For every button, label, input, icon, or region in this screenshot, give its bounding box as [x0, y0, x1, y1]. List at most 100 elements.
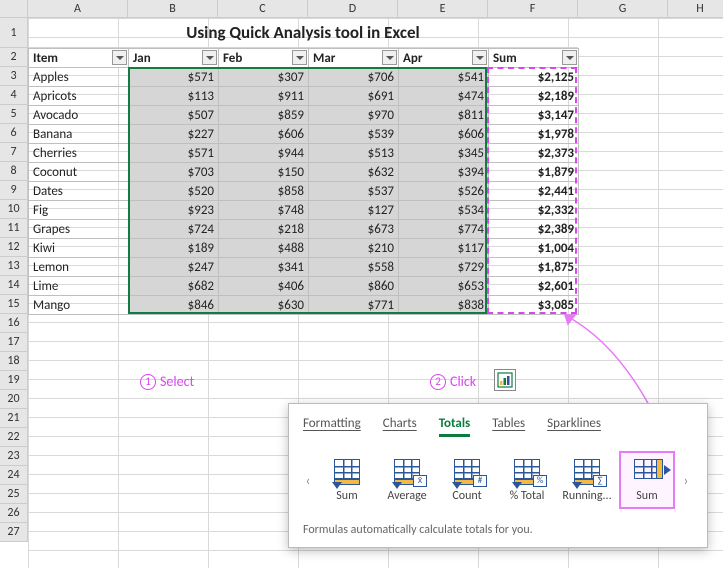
col-header-G[interactable]: G	[578, 0, 668, 18]
filter-dropdown-icon[interactable]	[112, 50, 127, 65]
cell-sum[interactable]: $2,332	[489, 201, 579, 220]
cell-item[interactable]: Lime	[29, 277, 129, 296]
row-header-21[interactable]: 21	[0, 409, 28, 428]
cell-value[interactable]: $406	[219, 277, 309, 296]
header-item[interactable]: Item	[29, 49, 129, 68]
cell-value[interactable]: $673	[309, 220, 399, 239]
cell-item[interactable]: Apricots	[29, 87, 129, 106]
tab-tables[interactable]: Tables	[492, 416, 525, 437]
cell-value[interactable]: $571	[129, 68, 219, 87]
cell-value[interactable]: $247	[129, 258, 219, 277]
cell-value[interactable]: $630	[219, 296, 309, 315]
tab-totals[interactable]: Totals	[439, 416, 470, 437]
cell-item[interactable]: Mango	[29, 296, 129, 315]
filter-dropdown-icon[interactable]	[472, 50, 487, 65]
row-header-5[interactable]: 5	[0, 105, 28, 124]
tool-sum[interactable]: Sum	[619, 451, 675, 509]
col-header-A[interactable]: A	[28, 0, 128, 18]
filter-dropdown-icon[interactable]	[292, 50, 307, 65]
cell-item[interactable]: Cherries	[29, 144, 129, 163]
header-mar[interactable]: Mar	[309, 49, 399, 68]
row-header-7[interactable]: 7	[0, 143, 28, 162]
cell-sum[interactable]: $2,125	[489, 68, 579, 87]
cell-item[interactable]: Banana	[29, 125, 129, 144]
header-jan[interactable]: Jan	[129, 49, 219, 68]
cell-value[interactable]: $571	[129, 144, 219, 163]
cell-sum[interactable]: $3,085	[489, 296, 579, 315]
row-header-9[interactable]: 9	[0, 181, 28, 200]
filter-dropdown-icon[interactable]	[382, 50, 397, 65]
row-header-13[interactable]: 13	[0, 257, 28, 276]
row-header-14[interactable]: 14	[0, 276, 28, 295]
row-header-11[interactable]: 11	[0, 219, 28, 238]
cell-sum[interactable]: $2,601	[489, 277, 579, 296]
cell-value[interactable]: $127	[309, 201, 399, 220]
cell-item[interactable]: Avocado	[29, 106, 129, 125]
tool-running-[interactable]: ∑Running...	[559, 451, 615, 509]
cell-item[interactable]: Fig	[29, 201, 129, 220]
row-header-6[interactable]: 6	[0, 124, 28, 143]
row-header-26[interactable]: 26	[0, 504, 28, 523]
col-header-B[interactable]: B	[128, 0, 218, 18]
row-header-22[interactable]: 22	[0, 428, 28, 447]
cell-value[interactable]: $210	[309, 239, 399, 258]
cell-sum[interactable]: $2,373	[489, 144, 579, 163]
cell-value[interactable]: $632	[309, 163, 399, 182]
cell-sum[interactable]: $1,879	[489, 163, 579, 182]
tool-average[interactable]: x̄Average	[379, 451, 435, 509]
row-header-17[interactable]: 17	[0, 333, 28, 352]
tool--total[interactable]: %% Total	[499, 451, 555, 509]
cell-value[interactable]: $703	[129, 163, 219, 182]
cell-sum[interactable]: $1,978	[489, 125, 579, 144]
cell-value[interactable]: $307	[219, 68, 309, 87]
cell-value[interactable]: $923	[129, 201, 219, 220]
col-header-D[interactable]: D	[308, 0, 398, 18]
cell-value[interactable]: $526	[399, 182, 489, 201]
cell-value[interactable]: $513	[309, 144, 399, 163]
row-header-16[interactable]: 16	[0, 314, 28, 333]
cell-value[interactable]: $860	[309, 277, 399, 296]
cell-value[interactable]: $706	[309, 68, 399, 87]
cell-value[interactable]: $117	[399, 239, 489, 258]
quick-analysis-button[interactable]	[494, 369, 516, 391]
cell-sum[interactable]: $2,389	[489, 220, 579, 239]
cell-value[interactable]: $474	[399, 87, 489, 106]
tool-count[interactable]: #Count	[439, 451, 495, 509]
cell-sum[interactable]: $1,004	[489, 239, 579, 258]
cell-value[interactable]: $970	[309, 106, 399, 125]
row-header-20[interactable]: 20	[0, 390, 28, 409]
row-header-4[interactable]: 4	[0, 86, 28, 105]
tab-sparklines[interactable]: Sparklines	[547, 416, 601, 437]
cell-item[interactable]: Grapes	[29, 220, 129, 239]
row-header-2[interactable]: 2	[0, 48, 28, 67]
cell-value[interactable]: $558	[309, 258, 399, 277]
col-header-C[interactable]: C	[218, 0, 308, 18]
cell-value[interactable]: $218	[219, 220, 309, 239]
cell-value[interactable]: $189	[129, 239, 219, 258]
cell-value[interactable]: $911	[219, 87, 309, 106]
header-sum[interactable]: Sum	[489, 49, 579, 68]
cell-value[interactable]: $838	[399, 296, 489, 315]
cell-value[interactable]: $691	[309, 87, 399, 106]
cell-value[interactable]: $811	[399, 106, 489, 125]
cell-value[interactable]: $682	[129, 277, 219, 296]
cell-value[interactable]: $858	[219, 182, 309, 201]
cell-value[interactable]: $341	[219, 258, 309, 277]
row-header-15[interactable]: 15	[0, 295, 28, 314]
cell-item[interactable]: Kiwi	[29, 239, 129, 258]
cell-sum[interactable]: $3,147	[489, 106, 579, 125]
tool-sum[interactable]: Sum	[319, 451, 375, 509]
row-header-1[interactable]: 1	[0, 18, 28, 48]
cell-value[interactable]: $520	[129, 182, 219, 201]
row-header-12[interactable]: 12	[0, 238, 28, 257]
row-header-19[interactable]: 19	[0, 371, 28, 390]
cell-value[interactable]: $771	[309, 296, 399, 315]
cell-sum[interactable]: $1,875	[489, 258, 579, 277]
cell-value[interactable]: $534	[399, 201, 489, 220]
cell-value[interactable]: $606	[219, 125, 309, 144]
cell-value[interactable]: $345	[399, 144, 489, 163]
cell-value[interactable]: $227	[129, 125, 219, 144]
row-header-10[interactable]: 10	[0, 200, 28, 219]
filter-dropdown-icon[interactable]	[562, 50, 577, 65]
tab-formatting[interactable]: Formatting	[303, 416, 361, 437]
